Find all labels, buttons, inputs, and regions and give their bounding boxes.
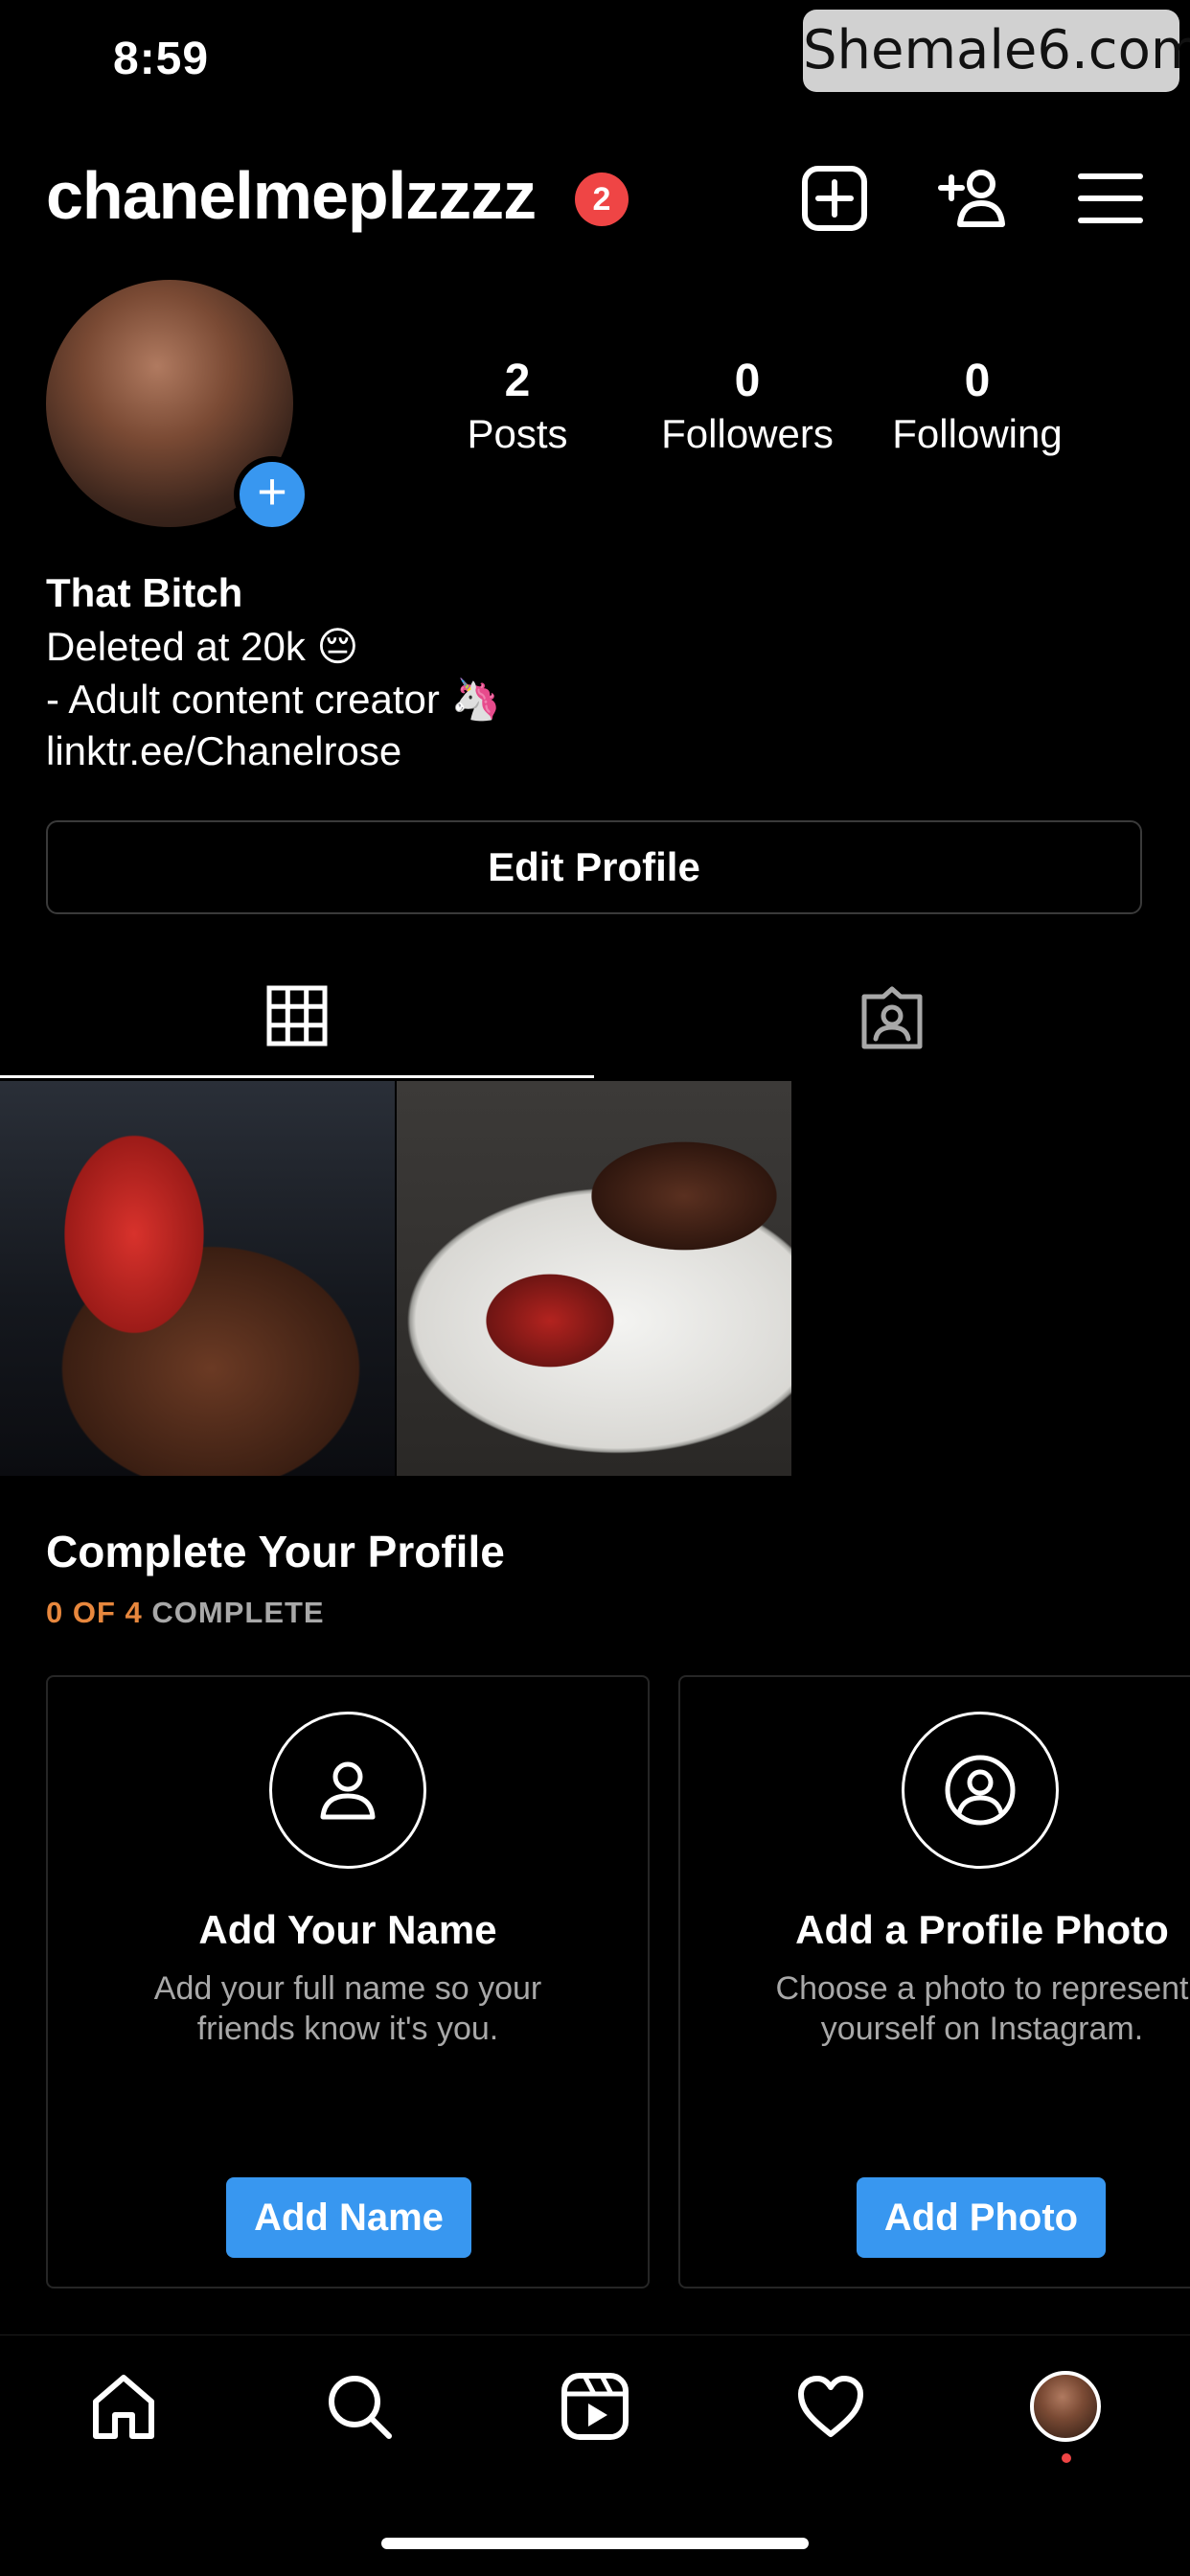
heart-icon: [798, 2376, 863, 2437]
nav-home[interactable]: [88, 2371, 159, 2442]
card-description: Choose a photo to represent yourself on …: [775, 1970, 1189, 2047]
nav-activity[interactable]: [795, 2371, 866, 2442]
add-person-icon: [938, 170, 1005, 227]
nav-notification-dot: [1062, 2453, 1071, 2463]
stat-followers[interactable]: 0 Followers: [642, 355, 853, 460]
card-title: Add Your Name: [198, 1907, 497, 1952]
active-tab-indicator: [0, 1075, 594, 1078]
complete-profile-title: Complete Your Profile: [46, 1527, 505, 1576]
tab-tagged[interactable]: [858, 985, 926, 1052]
nav-profile-avatar[interactable]: [1030, 2371, 1101, 2442]
bio-line-1: Deleted at 20k 😔: [46, 624, 359, 669]
nav-reels[interactable]: [560, 2371, 630, 2442]
bio-line-2: - Adult content creator 🦄: [46, 677, 501, 722]
stat-value: 0: [734, 356, 761, 406]
new-post-icon: [802, 166, 867, 231]
stat-value: 0: [964, 356, 991, 406]
menu-button[interactable]: [1075, 163, 1146, 234]
progress-rest: COMPLETE: [142, 1596, 325, 1629]
discover-people-button[interactable]: [937, 163, 1008, 234]
bio-name: That Bitch: [46, 570, 243, 615]
grid-icon: [266, 985, 328, 1046]
card-title: Add a Profile Photo: [795, 1907, 1169, 1952]
menu-icon: [1078, 173, 1143, 223]
home-icon: [93, 2375, 154, 2439]
nav-divider: [0, 2334, 1190, 2335]
notification-badge: 2: [575, 172, 629, 226]
stat-value: 2: [504, 356, 531, 406]
new-post-button[interactable]: [799, 163, 870, 234]
progress-done: 0 OF 4: [46, 1596, 143, 1629]
tagged-icon: [861, 986, 923, 1049]
add-story-plus-icon[interactable]: +: [234, 456, 310, 533]
search-icon: [329, 2376, 392, 2439]
watermark: Shemale6.com: [803, 10, 1190, 92]
stat-following[interactable]: 0 Following: [872, 355, 1083, 460]
edit-profile-button[interactable]: Edit Profile: [46, 820, 1142, 914]
profile-username[interactable]: chanelmeplzzzz: [46, 157, 537, 234]
post-thumbnail[interactable]: [0, 1081, 395, 1476]
person-icon: [320, 1761, 376, 1820]
add-photo-button[interactable]: Add Photo: [857, 2177, 1106, 2258]
nav-search[interactable]: [324, 2371, 395, 2442]
bio-link[interactable]: linktr.ee/Chanelrose: [46, 725, 401, 777]
profile-photo-icon: [945, 1755, 1016, 1826]
post-thumbnail[interactable]: [397, 1081, 791, 1476]
reels-icon: [561, 2373, 629, 2440]
stat-posts[interactable]: 2 Posts: [412, 355, 623, 460]
tab-grid[interactable]: [266, 985, 328, 1046]
card-icon-circle: [269, 1712, 426, 1869]
add-name-button[interactable]: Add Name: [226, 2177, 471, 2258]
home-indicator[interactable]: [381, 2538, 809, 2549]
stat-label: Posts: [467, 411, 568, 456]
stat-label: Followers: [661, 411, 834, 456]
card-description: Add your full name so your friends know …: [153, 1970, 542, 2047]
add-photo-card: Add a Profile Photo Choose a photo to re…: [678, 1675, 1190, 2288]
card-icon-circle: [902, 1712, 1059, 1869]
complete-profile-progress: 0 OF 4 COMPLETE: [46, 1596, 325, 1630]
stat-label: Following: [892, 411, 1063, 456]
add-name-card: Add Your Name Add your full name so your…: [46, 1675, 650, 2288]
status-time: 8:59: [113, 34, 210, 84]
